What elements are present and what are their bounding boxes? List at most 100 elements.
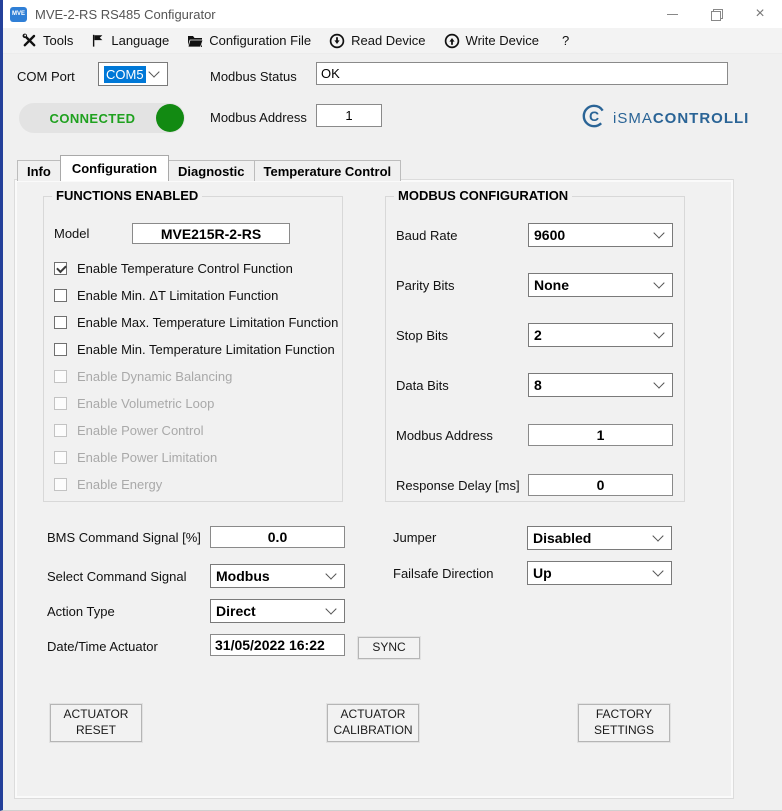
factory-settings-button[interactable]: FACTORY SETTINGS xyxy=(578,704,670,742)
com-port-select[interactable]: COM5 xyxy=(98,62,168,86)
modbus-address-label: Modbus Address xyxy=(210,110,307,125)
modbus-config-row: Baud Rate 9600 xyxy=(386,223,684,247)
tab-temperature-control[interactable]: Temperature Control xyxy=(254,160,402,181)
modbus-address-label: Modbus Address xyxy=(396,428,493,443)
checkbox-row: Enable Volumetric Loop xyxy=(54,390,336,417)
menu-help[interactable]: ? xyxy=(548,28,578,53)
modbus-config-row: Response Delay [ms] 0 xyxy=(386,473,684,497)
app-window: MVE MVE-2-RS RS485 Configurator × Tools … xyxy=(0,0,782,811)
unchecked-checkbox-icon[interactable] xyxy=(54,289,67,302)
checkbox-label: Enable Dynamic Balancing xyxy=(77,369,232,384)
unchecked-checkbox-icon xyxy=(54,451,67,464)
select-command-signal-label: Select Command Signal xyxy=(47,569,186,584)
tab-info[interactable]: Info xyxy=(17,160,61,181)
datetime-actuator-field[interactable]: 31/05/2022 16:22 xyxy=(210,634,345,656)
tab-diagnostic[interactable]: Diagnostic xyxy=(168,160,254,181)
stop-bits-label: Stop Bits xyxy=(396,328,448,343)
checkbox-label: Enable Energy xyxy=(77,477,162,492)
checkbox-label: Enable Max. Temperature Limitation Funct… xyxy=(77,315,338,330)
checkbox-row: Enable Max. Temperature Limitation Funct… xyxy=(54,309,336,336)
unchecked-checkbox-icon[interactable] xyxy=(54,343,67,356)
response-delay-ms--label: Response Delay [ms] xyxy=(396,478,520,493)
unchecked-checkbox-icon xyxy=(54,397,67,410)
modbus-status-label: Modbus Status xyxy=(210,69,297,84)
tools-icon xyxy=(22,33,37,48)
tab-configuration[interactable]: Configuration xyxy=(60,155,169,181)
checkbox-label: Enable Power Limitation xyxy=(77,450,217,465)
checked-checkbox-icon[interactable] xyxy=(54,262,67,275)
datetime-actuator-label: Date/Time Actuator xyxy=(47,639,158,654)
title-bar: MVE MVE-2-RS RS485 Configurator × xyxy=(3,0,782,28)
restore-icon xyxy=(711,9,721,19)
checkbox-label: Enable Power Control xyxy=(77,423,203,438)
menu-read-device[interactable]: Read Device xyxy=(320,28,434,53)
checkbox-row: Enable Min. Temperature Limitation Funct… xyxy=(54,336,336,363)
modbus-config-row: Stop Bits 2 xyxy=(386,323,684,347)
minimize-button[interactable] xyxy=(650,0,694,28)
checkbox-row: Enable Temperature Control Function xyxy=(54,255,336,282)
jumper-label: Jumper xyxy=(393,530,436,545)
bms-command-signal-field[interactable]: 0.0 xyxy=(210,526,345,548)
sync-button[interactable]: SYNC xyxy=(358,637,420,659)
failsafe-direction-label: Failsafe Direction xyxy=(393,566,493,581)
green-led-icon xyxy=(156,104,184,132)
model-label: Model xyxy=(54,226,89,241)
modbus-address-field[interactable]: 1 xyxy=(316,104,382,127)
functions-enabled-title: FUNCTIONS ENABLED xyxy=(52,188,202,203)
unchecked-checkbox-icon[interactable] xyxy=(54,316,67,329)
modbus-config-row: Modbus Address 1 xyxy=(386,423,684,447)
checkbox-label: Enable Temperature Control Function xyxy=(77,261,293,276)
failsafe-direction-select[interactable]: Up xyxy=(527,561,672,585)
actuator-reset-button[interactable]: ACTUATOR RESET xyxy=(50,704,142,742)
actuator-calibration-button[interactable]: ACTUATOR CALIBRATION xyxy=(327,704,419,742)
configuration-tab-panel: FUNCTIONS ENABLED Model MVE215R-2-RS Ena… xyxy=(15,180,733,798)
tab-strip: InfoConfigurationDiagnosticTemperature C… xyxy=(17,158,400,181)
connection-status-button[interactable]: CONNECTED xyxy=(19,103,185,133)
checkbox-row: Enable Min. ΔT Limitation Function xyxy=(54,282,336,309)
function-checkbox-list: Enable Temperature Control Function Enabl… xyxy=(54,255,336,498)
parity-bits-select[interactable]: None xyxy=(528,273,673,297)
write-device-icon xyxy=(444,33,460,49)
menu-language[interactable]: Language xyxy=(82,28,178,53)
action-type-select[interactable]: Direct xyxy=(210,599,345,623)
close-icon: × xyxy=(755,6,764,22)
menu-write-device[interactable]: Write Device xyxy=(435,28,548,53)
baud-rate-label: Baud Rate xyxy=(396,228,457,243)
window-title: MVE-2-RS RS485 Configurator xyxy=(35,7,216,22)
folder-icon xyxy=(187,34,203,48)
svg-text:C: C xyxy=(589,108,599,124)
close-button[interactable]: × xyxy=(738,0,782,28)
menu-configuration-file[interactable]: Configuration File xyxy=(178,28,320,53)
jumper-select[interactable]: Disabled xyxy=(527,526,672,550)
modbus-config-row: Data Bits 8 xyxy=(386,373,684,397)
connection-status-text: CONNECTED xyxy=(19,111,156,126)
response-delay-ms--field[interactable]: 0 xyxy=(528,474,673,496)
flag-icon xyxy=(91,33,105,48)
select-command-signal-select[interactable]: Modbus xyxy=(210,564,345,588)
data-bits-label: Data Bits xyxy=(396,378,449,393)
data-bits-select[interactable]: 8 xyxy=(528,373,673,397)
checkbox-label: Enable Volumetric Loop xyxy=(77,396,214,411)
parity-bits-label: Parity Bits xyxy=(396,278,455,293)
modbus-configuration-title: MODBUS CONFIGURATION xyxy=(394,188,572,203)
modbus-address-field[interactable]: 1 xyxy=(528,424,673,446)
menu-bar: Tools Language Configuration File Read D… xyxy=(3,28,782,54)
isma-controlli-logo-icon: C xyxy=(581,103,607,134)
modbus-status-field[interactable]: OK xyxy=(316,62,728,85)
stop-bits-select[interactable]: 2 xyxy=(528,323,673,347)
modbus-configuration-group: MODBUS CONFIGURATION Baud Rate9600Parity… xyxy=(385,196,685,502)
model-value-box: MVE215R-2-RS xyxy=(132,223,290,244)
modbus-config-row: Parity Bits None xyxy=(386,273,684,297)
minimize-icon xyxy=(667,14,678,15)
checkbox-label: Enable Min. Temperature Limitation Funct… xyxy=(77,342,335,357)
menu-tools[interactable]: Tools xyxy=(13,28,82,53)
action-type-label: Action Type xyxy=(47,604,115,619)
checkbox-row: Enable Power Limitation xyxy=(54,444,336,471)
checkbox-label: Enable Min. ΔT Limitation Function xyxy=(77,288,278,303)
isma-controlli-logo: C iSMACONTROLLI xyxy=(581,103,749,134)
functions-enabled-group: FUNCTIONS ENABLED Model MVE215R-2-RS Ena… xyxy=(43,196,343,502)
unchecked-checkbox-icon xyxy=(54,478,67,491)
baud-rate-select[interactable]: 9600 xyxy=(528,223,673,247)
restore-button[interactable] xyxy=(694,0,738,28)
read-device-icon xyxy=(329,33,345,49)
